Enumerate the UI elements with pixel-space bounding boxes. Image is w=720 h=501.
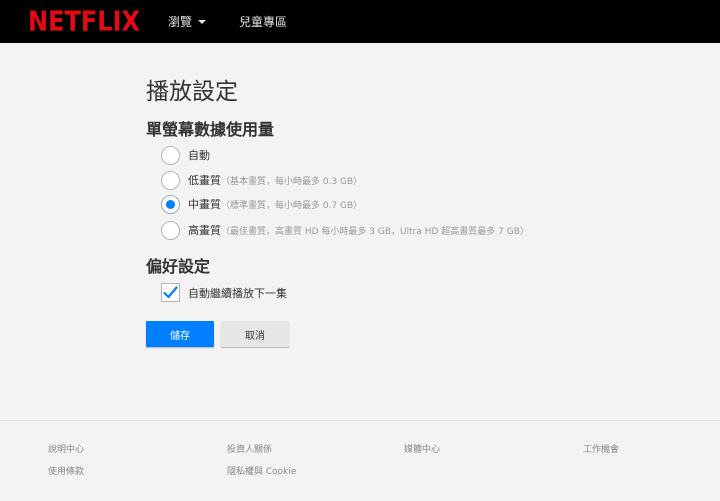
data-usage-option-medium[interactable]: 中畫質 （標準畫質，每小時最多 0.7 GB） — [161, 194, 362, 214]
data-usage-option-auto[interactable]: 自動 — [161, 145, 210, 165]
cancel-button[interactable]: 取消 — [221, 321, 289, 347]
radio-button-selected[interactable] — [161, 194, 180, 214]
radio-button[interactable] — [161, 145, 180, 165]
footer-link-privacy-cookies[interactable]: 隱私權與 Cookie — [227, 464, 296, 477]
option-description: （最佳畫質，高畫質 HD 每小時最多 3 GB，Ultra HD 超高畫質最多 … — [221, 226, 529, 237]
footer-link-investor-relations[interactable]: 投資人關係 — [227, 442, 272, 455]
autoplay-next-episode-option[interactable]: 自動繼續播放下一集 — [161, 283, 287, 302]
option-description: （基本畫質，每小時最多 0.3 GB） — [221, 176, 363, 187]
top-nav-bar: NETFLIX 瀏覽 兒童專區 — [0, 0, 720, 43]
save-button[interactable]: 儲存 — [146, 321, 214, 347]
data-usage-option-high[interactable]: 高畫質 （最佳畫質，高畫質 HD 每小時最多 3 GB，Ultra HD 超高畫… — [161, 220, 529, 240]
option-label: 低畫質 — [188, 174, 221, 187]
netflix-logo[interactable]: NETFLIX — [28, 5, 140, 37]
data-usage-heading: 單螢幕數據使用量 — [146, 120, 275, 139]
option-description: （標準畫質，每小時最多 0.7 GB） — [221, 200, 363, 211]
radio-button[interactable] — [161, 170, 180, 190]
radio-button[interactable] — [161, 220, 180, 240]
footer-link-help-center[interactable]: 說明中心 — [48, 442, 84, 455]
option-label: 高畫質 — [188, 224, 221, 237]
option-label: 自動 — [188, 149, 210, 162]
preferences-heading: 偏好設定 — [146, 257, 211, 276]
footer-divider — [0, 420, 720, 421]
nav-browse-menu[interactable]: 瀏覽 — [168, 13, 207, 30]
page-title: 播放設定 — [146, 79, 238, 105]
data-usage-option-low[interactable]: 低畫質 （基本畫質，每小時最多 0.3 GB） — [161, 170, 362, 190]
footer-link-terms-of-use[interactable]: 使用條款 — [48, 464, 84, 477]
chevron-down-icon — [198, 19, 207, 24]
footer-link-media-center[interactable]: 媒體中心 — [404, 442, 440, 455]
nav-browse-label: 瀏覽 — [168, 15, 193, 29]
nav-kids-link[interactable]: 兒童專區 — [239, 13, 287, 30]
footer-link-jobs[interactable]: 工作機會 — [583, 442, 619, 455]
checkmark-icon — [163, 286, 178, 299]
autoplay-label: 自動繼續播放下一集 — [188, 286, 287, 300]
option-label: 中畫質 — [188, 198, 221, 211]
autoplay-checkbox[interactable] — [161, 283, 180, 302]
